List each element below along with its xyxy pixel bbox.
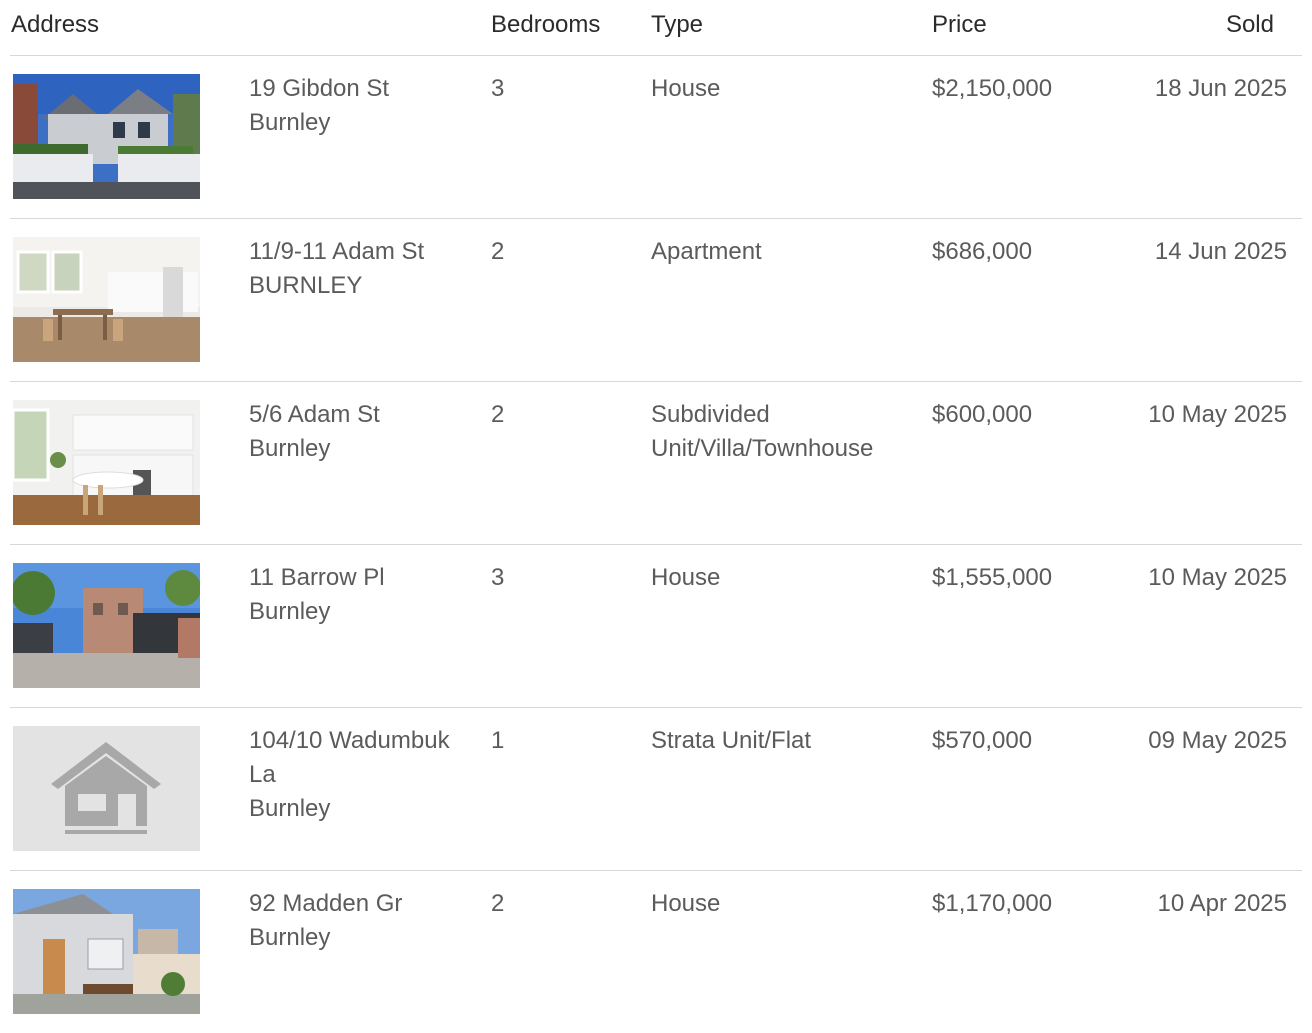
address-cell: 19 Gibdon St Burnley [249,72,474,140]
rear-courtyard-photo [13,889,200,1014]
column-header-bedrooms[interactable]: Bedrooms [491,11,600,39]
dining-kitchen-photo [13,237,200,362]
street-link[interactable]: 92 Madden Gr [249,887,474,921]
bedrooms-cell: 1 [491,727,505,754]
column-header-address[interactable]: Address [11,11,99,39]
bedrooms-cell: 2 [491,890,505,917]
street-link[interactable]: 104/10 Wadumbuk La [249,724,474,792]
address-cell: 11/9-11 Adam St BURNLEY [249,235,474,303]
table-row: 5/6 Adam St Burnley 2 Subdivided Unit/Vi… [10,382,1302,545]
sold-date-cell: 09 May 2025 [1148,727,1287,754]
property-photo[interactable] [13,400,200,525]
table-row: 104/10 Wadumbuk La Burnley 1 Strata Unit… [10,708,1302,871]
sold-date-cell: 10 May 2025 [1148,564,1287,591]
house-exterior-photo [13,74,200,199]
bedrooms-cell: 3 [491,564,505,591]
suburb-link[interactable]: Burnley [249,921,474,955]
suburb-link[interactable]: BURNLEY [249,269,474,303]
sold-date-cell: 18 Jun 2025 [1154,75,1287,102]
table-row: 11/9-11 Adam St BURNLEY 2 Apartment $686… [10,219,1302,382]
sold-listings-table: Address Bedrooms Type Price Sold 19 Gibd… [0,0,1312,1033]
sold-date-cell: 10 Apr 2025 [1157,890,1287,917]
table-row: 92 Madden Gr Burnley 2 House $1,170,000 … [10,871,1302,1033]
suburb-link[interactable]: Burnley [249,432,474,466]
placeholder-house-icon [13,726,200,851]
column-header-price[interactable]: Price [932,11,987,39]
table-row: 19 Gibdon St Burnley 3 House $2,150,000 … [10,56,1302,219]
bedrooms-cell: 2 [491,401,505,428]
price-cell: $600,000 [932,401,1033,428]
street-link[interactable]: 11 Barrow Pl [249,561,474,595]
price-cell: $570,000 [932,727,1033,754]
address-cell: 104/10 Wadumbuk La Burnley [249,724,474,826]
type-cell: Strata Unit/Flat [651,727,812,754]
property-photo[interactable] [13,726,200,851]
price-cell: $686,000 [932,238,1033,265]
type-cell: Apartment [651,238,762,265]
courtyard-garage-photo [13,563,200,688]
table-header: Address Bedrooms Type Price Sold [10,0,1302,56]
price-cell: $1,170,000 [932,890,1053,917]
column-header-type[interactable]: Type [651,11,703,39]
suburb-link[interactable]: Burnley [249,106,474,140]
bedrooms-cell: 2 [491,238,505,265]
property-photo[interactable] [13,237,200,362]
address-cell: 11 Barrow Pl Burnley [249,561,474,629]
type-cell: House [651,890,721,917]
table-row: 11 Barrow Pl Burnley 3 House $1,555,000 … [10,545,1302,708]
type-cell: Subdivided Unit/Villa/Townhouse [651,401,874,462]
property-photo[interactable] [13,563,200,688]
price-cell: $2,150,000 [932,75,1053,102]
property-photo[interactable] [13,74,200,199]
address-cell: 92 Madden Gr Burnley [249,887,474,955]
white-kitchen-photo [13,400,200,525]
type-cell: House [651,564,721,591]
price-cell: $1,555,000 [932,564,1053,591]
address-cell: 5/6 Adam St Burnley [249,398,474,466]
bedrooms-cell: 3 [491,75,505,102]
street-link[interactable]: 19 Gibdon St [249,72,474,106]
suburb-link[interactable]: Burnley [249,595,474,629]
sold-date-cell: 10 May 2025 [1148,401,1287,428]
column-header-sold[interactable]: Sold [1226,11,1274,39]
property-photo[interactable] [13,889,200,1014]
type-cell: House [651,75,721,102]
street-link[interactable]: 11/9-11 Adam St [249,235,474,269]
sold-date-cell: 14 Jun 2025 [1154,238,1287,265]
suburb-link[interactable]: Burnley [249,792,474,826]
street-link[interactable]: 5/6 Adam St [249,398,474,432]
